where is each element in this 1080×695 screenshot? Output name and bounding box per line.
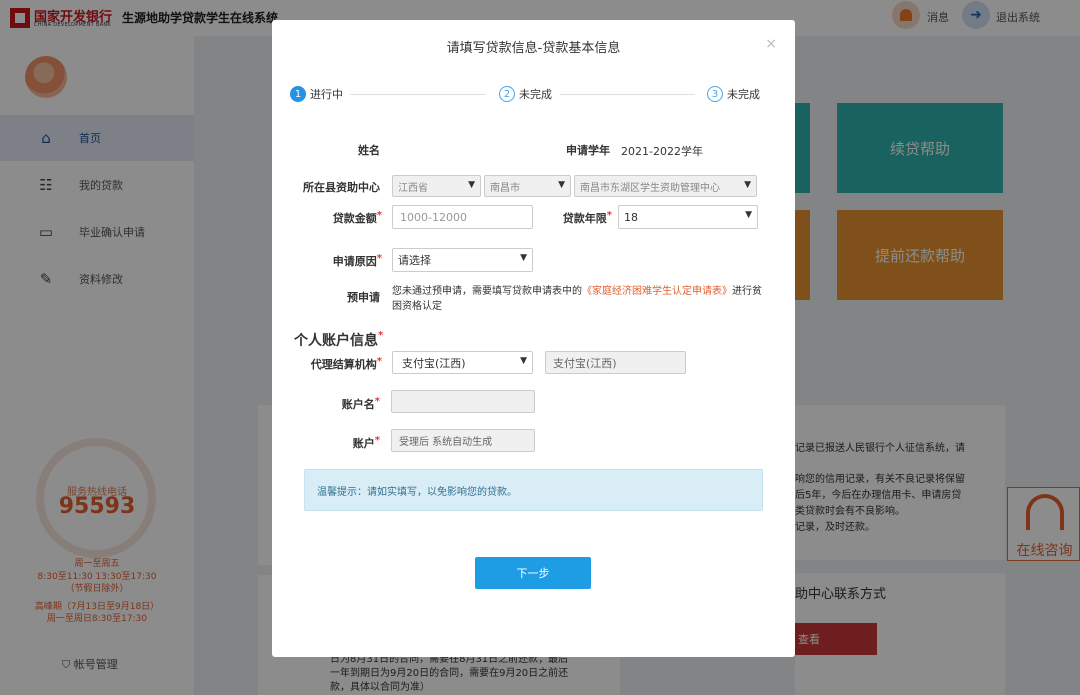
- step-number: 1: [290, 86, 306, 102]
- step-label: 进行中: [310, 88, 343, 101]
- modal-title: 请填写贷款信息-贷款基本信息: [446, 41, 621, 56]
- chevron-down-icon: ▼: [468, 180, 475, 190]
- amount-input[interactable]: 1000-12000: [392, 205, 533, 229]
- city-value: 南昌市: [490, 182, 520, 194]
- reason-label-text: 申请原因: [332, 255, 377, 268]
- account-name-input[interactable]: [391, 390, 535, 413]
- close-icon[interactable]: ×: [765, 36, 777, 52]
- province-value: 江西省: [398, 182, 428, 194]
- required-mark: *: [376, 210, 382, 221]
- term-label-text: 贷款年限: [562, 212, 607, 225]
- chevron-down-icon: ▼: [558, 180, 565, 190]
- reason-select[interactable]: 请选择 ▼: [392, 248, 533, 272]
- pre-apply-note: 您未通过预申请，需要填写贷款申请表中的《家庭经济困难学生认定申请表》进行贫困资格…: [392, 284, 762, 314]
- next-button[interactable]: 下一步: [475, 557, 591, 589]
- step-connector: [350, 94, 486, 95]
- section-title-text: 个人账户信息: [294, 333, 378, 349]
- term-value: 18: [624, 210, 638, 224]
- step-2: 2 未完成: [499, 86, 552, 102]
- pre-apply-note-text: 您未通过预申请，需要填写贷款申请表中的: [392, 286, 582, 297]
- pre-apply-label: 预申请: [347, 291, 380, 304]
- form-link[interactable]: 《家庭经济困难学生认定申请表》: [582, 286, 732, 297]
- reason-value: 请选择: [398, 254, 431, 267]
- chevron-down-icon: ▼: [745, 210, 752, 220]
- amount-label-text: 贷款金额: [332, 212, 377, 225]
- agent-label-text: 代理结算机构: [310, 358, 377, 371]
- step-label: 未完成: [519, 88, 552, 101]
- amount-label: 贷款金额*: [322, 210, 382, 226]
- step-connector: [560, 94, 695, 95]
- account-label-text: 账户: [352, 437, 375, 450]
- account-label: 账户*: [322, 435, 380, 451]
- agent-value: 支付宝(江西): [402, 356, 466, 370]
- loan-info-modal: 请填写贷款信息-贷款基本信息 × 1 进行中 2 未完成 3 未完成 姓名 申请…: [272, 20, 795, 657]
- agent-display: 支付宝(江西): [545, 351, 686, 374]
- account-input[interactable]: 受理后 系统自动生成: [391, 429, 535, 452]
- tip-banner: 温馨提示：请如实填写，以免影响您的贷款。: [304, 469, 763, 511]
- step-label: 未完成: [727, 88, 760, 101]
- county-center-label: 所在县资助中心: [303, 181, 380, 194]
- city-select[interactable]: 南昌市 ▼: [484, 175, 571, 197]
- term-label: 贷款年限*: [550, 210, 612, 226]
- step-1: 1 进行中: [290, 86, 343, 102]
- section-title: 个人账户信息*: [294, 330, 383, 350]
- reason-label: 申请原因*: [322, 253, 382, 269]
- chevron-down-icon: ▼: [520, 253, 527, 263]
- school-year-value: 2021-2022学年: [621, 145, 703, 158]
- chevron-down-icon: ▼: [520, 356, 527, 366]
- required-mark: *: [376, 356, 382, 367]
- agent-label: 代理结算机构*: [292, 356, 382, 372]
- center-select[interactable]: 南昌市东湖区学生资助管理中心 ▼: [574, 175, 757, 197]
- agent-select[interactable]: 支付宝(江西) ▼: [392, 351, 533, 374]
- required-mark: *: [376, 253, 382, 264]
- account-name-label: 账户名*: [322, 396, 380, 412]
- step-3: 3 未完成: [707, 86, 760, 102]
- step-number: 3: [707, 86, 723, 102]
- required-mark: *: [374, 435, 380, 446]
- center-value: 南昌市东湖区学生资助管理中心: [580, 182, 720, 194]
- term-select[interactable]: 18 ▼: [618, 205, 758, 229]
- province-select[interactable]: 江西省 ▼: [392, 175, 481, 197]
- chevron-down-icon: ▼: [744, 180, 751, 190]
- step-number: 2: [499, 86, 515, 102]
- required-mark: *: [378, 330, 384, 341]
- school-year-label: 申请学年: [566, 144, 610, 157]
- name-label: 姓名: [358, 144, 380, 157]
- required-mark: *: [606, 210, 612, 221]
- required-mark: *: [374, 396, 380, 407]
- account-name-label-text: 账户名: [341, 398, 375, 411]
